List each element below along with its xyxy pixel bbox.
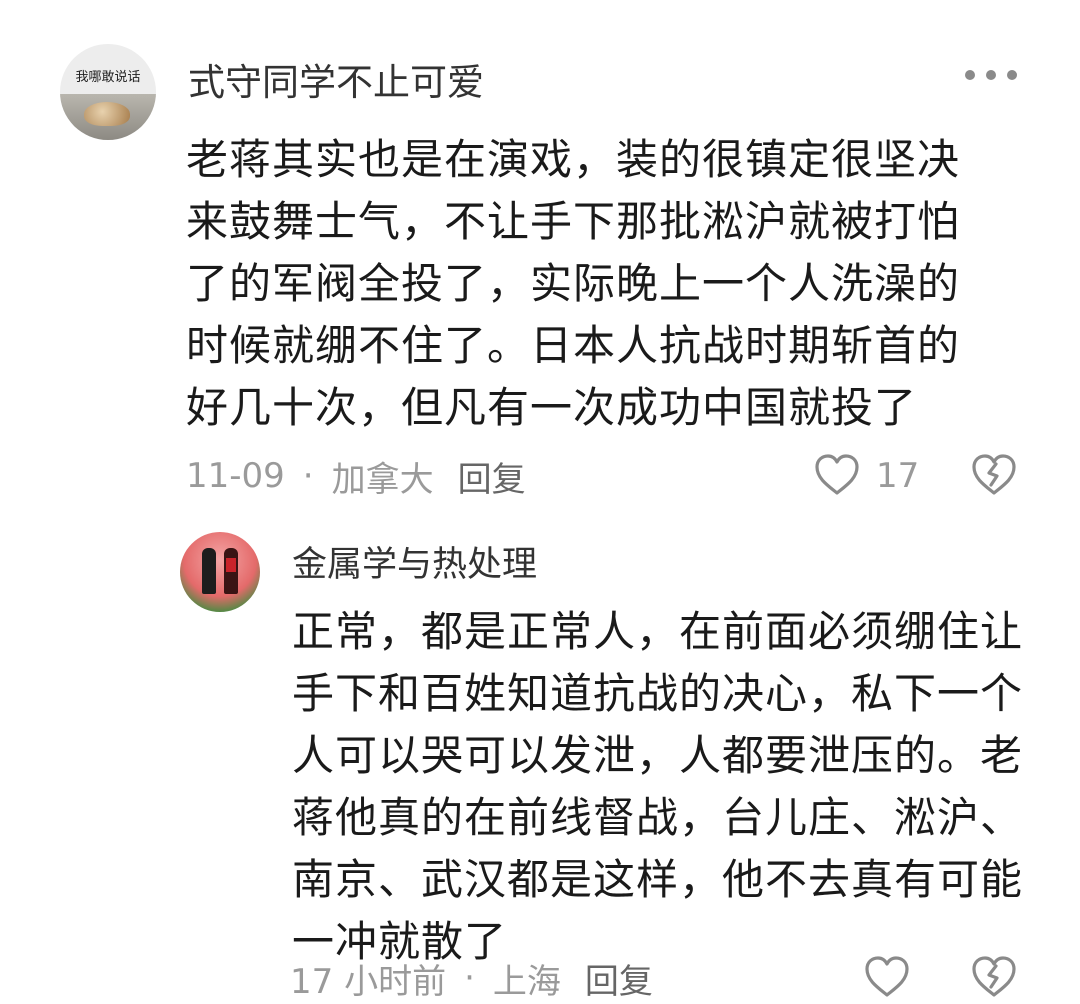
reply-button[interactable]: 回复	[458, 452, 526, 501]
comment-text-line: 了的军阀全投了，实际晚上一个人洗澡的	[186, 259, 961, 308]
reply-location: 上海	[492, 961, 561, 1002]
reply-time: 17 小时前	[290, 961, 447, 1002]
more-dots-icon	[965, 70, 975, 80]
comment-text-line: 好几十次，但凡有一次成功中国就投了	[186, 383, 918, 432]
comment-text-line: 时候就绷不住了。日本人抗战时期斩首的	[186, 321, 961, 370]
comment-text-line: 老蒋其实也是在演戏，装的很镇定很坚决	[186, 135, 961, 184]
comment-meta: 11-09 · 加拿大 回复	[186, 452, 526, 500]
heart-outline-icon[interactable]	[863, 954, 911, 1000]
broken-heart-icon[interactable]	[970, 452, 1018, 498]
reply-text-line: 蒋他真的在前线督战，台儿庄、淞沪、	[292, 793, 1024, 842]
reply-avatar[interactable]	[180, 532, 260, 612]
reply-text-line: 手下和百姓知道抗战的决心，私下一个	[292, 669, 1024, 718]
comment-location: 加拿大	[331, 459, 434, 500]
reply-text-line: 南京、武汉都是这样，他不去真有可能	[292, 855, 1024, 904]
avatar-figure	[202, 548, 216, 594]
comment-text-line: 来鼓舞士气，不让手下那批淞沪就被打怕	[186, 197, 961, 246]
commenter-avatar[interactable]: 我哪敢说话	[60, 44, 156, 140]
avatar-dog-image	[84, 102, 130, 126]
more-dots-icon	[1007, 70, 1017, 80]
like-count: 17	[876, 456, 920, 496]
reply-text-line: 正常，都是正常人，在前面必须绷住让	[292, 607, 1024, 656]
comment-date: 11-09	[186, 456, 285, 496]
reply-username[interactable]: 金属学与热处理	[292, 536, 537, 587]
broken-heart-icon[interactable]	[970, 954, 1018, 1000]
comment-text: 老蒋其实也是在演戏，装的很镇定很坚决 来鼓舞士气，不让手下那批淞沪就被打怕 了的…	[186, 129, 1016, 439]
commenter-username[interactable]: 式守同学不止可爱	[188, 52, 484, 106]
avatar-caption: 我哪敢说话	[75, 70, 141, 85]
meta-separator: ·	[302, 456, 314, 496]
meta-separator: ·	[464, 958, 475, 998]
reply-button[interactable]: 回复	[585, 954, 653, 1003]
reply-text-line: 人可以哭可以发泄，人都要泄压的。老	[292, 731, 1024, 780]
more-options-button[interactable]	[965, 64, 1017, 86]
heart-outline-icon[interactable]	[813, 452, 861, 498]
more-dots-icon	[986, 70, 996, 80]
avatar-figure	[224, 548, 238, 594]
reply-text: 正常，都是正常人，在前面必须绷住让 手下和百姓知道抗战的决心，私下一个 人可以哭…	[292, 601, 1022, 973]
reply-meta: 17 小时前 · 上海 回复	[290, 954, 653, 1002]
